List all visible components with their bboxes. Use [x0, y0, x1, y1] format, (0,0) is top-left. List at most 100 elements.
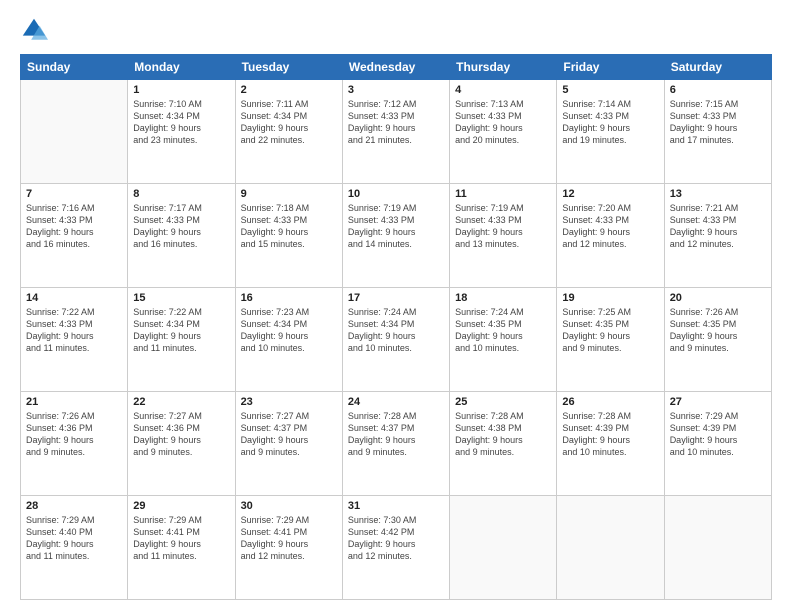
cell-info-text: Sunrise: 7:11 AM Sunset: 4:34 PM Dayligh… [241, 98, 337, 147]
cell-date-number: 10 [348, 188, 444, 200]
cell-date-number: 22 [133, 396, 229, 408]
cell-date-number: 21 [26, 396, 122, 408]
cell-date-number: 6 [670, 84, 766, 96]
cell-info-text: Sunrise: 7:15 AM Sunset: 4:33 PM Dayligh… [670, 98, 766, 147]
cell-date-number: 2 [241, 84, 337, 96]
cell-info-text: Sunrise: 7:30 AM Sunset: 4:42 PM Dayligh… [348, 514, 444, 563]
cell-info-text: Sunrise: 7:27 AM Sunset: 4:37 PM Dayligh… [241, 410, 337, 459]
cell-info-text: Sunrise: 7:28 AM Sunset: 4:38 PM Dayligh… [455, 410, 551, 459]
cell-info-text: Sunrise: 7:19 AM Sunset: 4:33 PM Dayligh… [455, 202, 551, 251]
calendar-cell: 6 Sunrise: 7:15 AM Sunset: 4:33 PM Daylig… [664, 80, 771, 184]
page: SundayMondayTuesdayWednesdayThursdayFrid… [0, 0, 792, 612]
calendar-week-row: 21 Sunrise: 7:26 AM Sunset: 4:36 PM Dayli… [21, 392, 772, 496]
cell-date-number: 14 [26, 292, 122, 304]
cell-date-number: 5 [562, 84, 658, 96]
cell-date-number: 29 [133, 500, 229, 512]
cell-info-text: Sunrise: 7:25 AM Sunset: 4:35 PM Dayligh… [562, 306, 658, 355]
cell-info-text: Sunrise: 7:16 AM Sunset: 4:33 PM Dayligh… [26, 202, 122, 251]
cell-info-text: Sunrise: 7:12 AM Sunset: 4:33 PM Dayligh… [348, 98, 444, 147]
calendar-cell: 8Sunrise: 7:17 AM Sunset: 4:33 PM Daylig… [128, 184, 235, 288]
cell-date-number: 7 [26, 188, 122, 200]
cell-date-number: 20 [670, 292, 766, 304]
cell-date-number: 18 [455, 292, 551, 304]
calendar-week-row: 14 Sunrise: 7:22 AM Sunset: 4:33 PM Dayli… [21, 288, 772, 392]
calendar-cell [450, 496, 557, 600]
cell-date-number: 27 [670, 396, 766, 408]
cell-info-text: Sunrise: 7:22 AM Sunset: 4:33 PM Dayligh… [26, 306, 122, 355]
calendar-cell: 25 Sunrise: 7:28 AM Sunset: 4:38 PM Dayli… [450, 392, 557, 496]
calendar-cell: 28 Sunrise: 7:29 AM Sunset: 4:40 PM Dayli… [21, 496, 128, 600]
calendar-cell: 24 Sunrise: 7:28 AM Sunset: 4:37 PM Dayli… [342, 392, 449, 496]
calendar-cell: 21 Sunrise: 7:26 AM Sunset: 4:36 PM Dayli… [21, 392, 128, 496]
cell-date-number: 28 [26, 500, 122, 512]
cell-info-text: Sunrise: 7:29 AM Sunset: 4:41 PM Dayligh… [241, 514, 337, 563]
header [20, 16, 772, 44]
cell-info-text: Sunrise: 7:27 AM Sunset: 4:36 PM Dayligh… [133, 410, 229, 459]
cell-info-text: Sunrise: 7:29 AM Sunset: 4:41 PM Dayligh… [133, 514, 229, 563]
cell-info-text: Sunrise: 7:14 AM Sunset: 4:33 PM Dayligh… [562, 98, 658, 147]
calendar-cell: 13 Sunrise: 7:21 AM Sunset: 4:33 PM Dayli… [664, 184, 771, 288]
cell-date-number: 8 [133, 188, 229, 200]
cell-date-number: 19 [562, 292, 658, 304]
cell-date-number: 3 [348, 84, 444, 96]
cell-date-number: 15 [133, 292, 229, 304]
calendar-cell: 9 Sunrise: 7:18 AM Sunset: 4:33 PM Daylig… [235, 184, 342, 288]
calendar-cell: 30 Sunrise: 7:29 AM Sunset: 4:41 PM Dayli… [235, 496, 342, 600]
calendar-cell: 1Sunrise: 7:10 AM Sunset: 4:34 PM Daylig… [128, 80, 235, 184]
cell-info-text: Sunrise: 7:26 AM Sunset: 4:36 PM Dayligh… [26, 410, 122, 459]
cell-info-text: Sunrise: 7:18 AM Sunset: 4:33 PM Dayligh… [241, 202, 337, 251]
cell-date-number: 31 [348, 500, 444, 512]
weekday-header-sunday: Sunday [21, 55, 128, 80]
weekday-header-saturday: Saturday [664, 55, 771, 80]
calendar-cell [664, 496, 771, 600]
logo [20, 16, 52, 44]
weekday-header-monday: Monday [128, 55, 235, 80]
calendar-cell: 16 Sunrise: 7:23 AM Sunset: 4:34 PM Dayli… [235, 288, 342, 392]
calendar-cell [21, 80, 128, 184]
cell-info-text: Sunrise: 7:24 AM Sunset: 4:35 PM Dayligh… [455, 306, 551, 355]
cell-date-number: 4 [455, 84, 551, 96]
calendar-cell: 18 Sunrise: 7:24 AM Sunset: 4:35 PM Dayli… [450, 288, 557, 392]
calendar-cell: 20 Sunrise: 7:26 AM Sunset: 4:35 PM Dayli… [664, 288, 771, 392]
cell-date-number: 16 [241, 292, 337, 304]
calendar-cell: 14 Sunrise: 7:22 AM Sunset: 4:33 PM Dayli… [21, 288, 128, 392]
calendar-cell: 10 Sunrise: 7:19 AM Sunset: 4:33 PM Dayli… [342, 184, 449, 288]
cell-info-text: Sunrise: 7:26 AM Sunset: 4:35 PM Dayligh… [670, 306, 766, 355]
cell-info-text: Sunrise: 7:21 AM Sunset: 4:33 PM Dayligh… [670, 202, 766, 251]
cell-info-text: Sunrise: 7:19 AM Sunset: 4:33 PM Dayligh… [348, 202, 444, 251]
weekday-header-thursday: Thursday [450, 55, 557, 80]
cell-date-number: 12 [562, 188, 658, 200]
calendar-cell: 15 Sunrise: 7:22 AM Sunset: 4:34 PM Dayli… [128, 288, 235, 392]
cell-info-text: Sunrise: 7:29 AM Sunset: 4:40 PM Dayligh… [26, 514, 122, 563]
cell-info-text: Sunrise: 7:20 AM Sunset: 4:33 PM Dayligh… [562, 202, 658, 251]
cell-info-text: Sunrise: 7:23 AM Sunset: 4:34 PM Dayligh… [241, 306, 337, 355]
calendar-cell: 17 Sunrise: 7:24 AM Sunset: 4:34 PM Dayli… [342, 288, 449, 392]
calendar-week-row: 7 Sunrise: 7:16 AM Sunset: 4:33 PM Daylig… [21, 184, 772, 288]
calendar-cell: 31 Sunrise: 7:30 AM Sunset: 4:42 PM Dayli… [342, 496, 449, 600]
cell-info-text: Sunrise: 7:29 AM Sunset: 4:39 PM Dayligh… [670, 410, 766, 459]
cell-info-text: Sunrise: 7:22 AM Sunset: 4:34 PM Dayligh… [133, 306, 229, 355]
calendar-cell: 12 Sunrise: 7:20 AM Sunset: 4:33 PM Dayli… [557, 184, 664, 288]
weekday-header-row: SundayMondayTuesdayWednesdayThursdayFrid… [21, 55, 772, 80]
calendar-cell: 23 Sunrise: 7:27 AM Sunset: 4:37 PM Dayli… [235, 392, 342, 496]
calendar-cell: 2 Sunrise: 7:11 AM Sunset: 4:34 PM Daylig… [235, 80, 342, 184]
cell-date-number: 25 [455, 396, 551, 408]
cell-info-text: Sunrise: 7:28 AM Sunset: 4:37 PM Dayligh… [348, 410, 444, 459]
cell-date-number: 17 [348, 292, 444, 304]
calendar-cell: 26Sunrise: 7:28 AM Sunset: 4:39 PM Dayli… [557, 392, 664, 496]
weekday-header-friday: Friday [557, 55, 664, 80]
calendar-cell: 19 Sunrise: 7:25 AM Sunset: 4:35 PM Dayli… [557, 288, 664, 392]
cell-date-number: 23 [241, 396, 337, 408]
cell-date-number: 24 [348, 396, 444, 408]
calendar-week-row: 1Sunrise: 7:10 AM Sunset: 4:34 PM Daylig… [21, 80, 772, 184]
calendar-cell: 4Sunrise: 7:13 AM Sunset: 4:33 PM Daylig… [450, 80, 557, 184]
cell-date-number: 26 [562, 396, 658, 408]
calendar-cell: 5 Sunrise: 7:14 AM Sunset: 4:33 PM Daylig… [557, 80, 664, 184]
calendar-cell: 27 Sunrise: 7:29 AM Sunset: 4:39 PM Dayli… [664, 392, 771, 496]
calendar-cell: 29 Sunrise: 7:29 AM Sunset: 4:41 PM Dayli… [128, 496, 235, 600]
cell-date-number: 9 [241, 188, 337, 200]
cell-date-number: 30 [241, 500, 337, 512]
cell-date-number: 1 [133, 84, 229, 96]
cell-info-text: Sunrise: 7:24 AM Sunset: 4:34 PM Dayligh… [348, 306, 444, 355]
cell-date-number: 13 [670, 188, 766, 200]
